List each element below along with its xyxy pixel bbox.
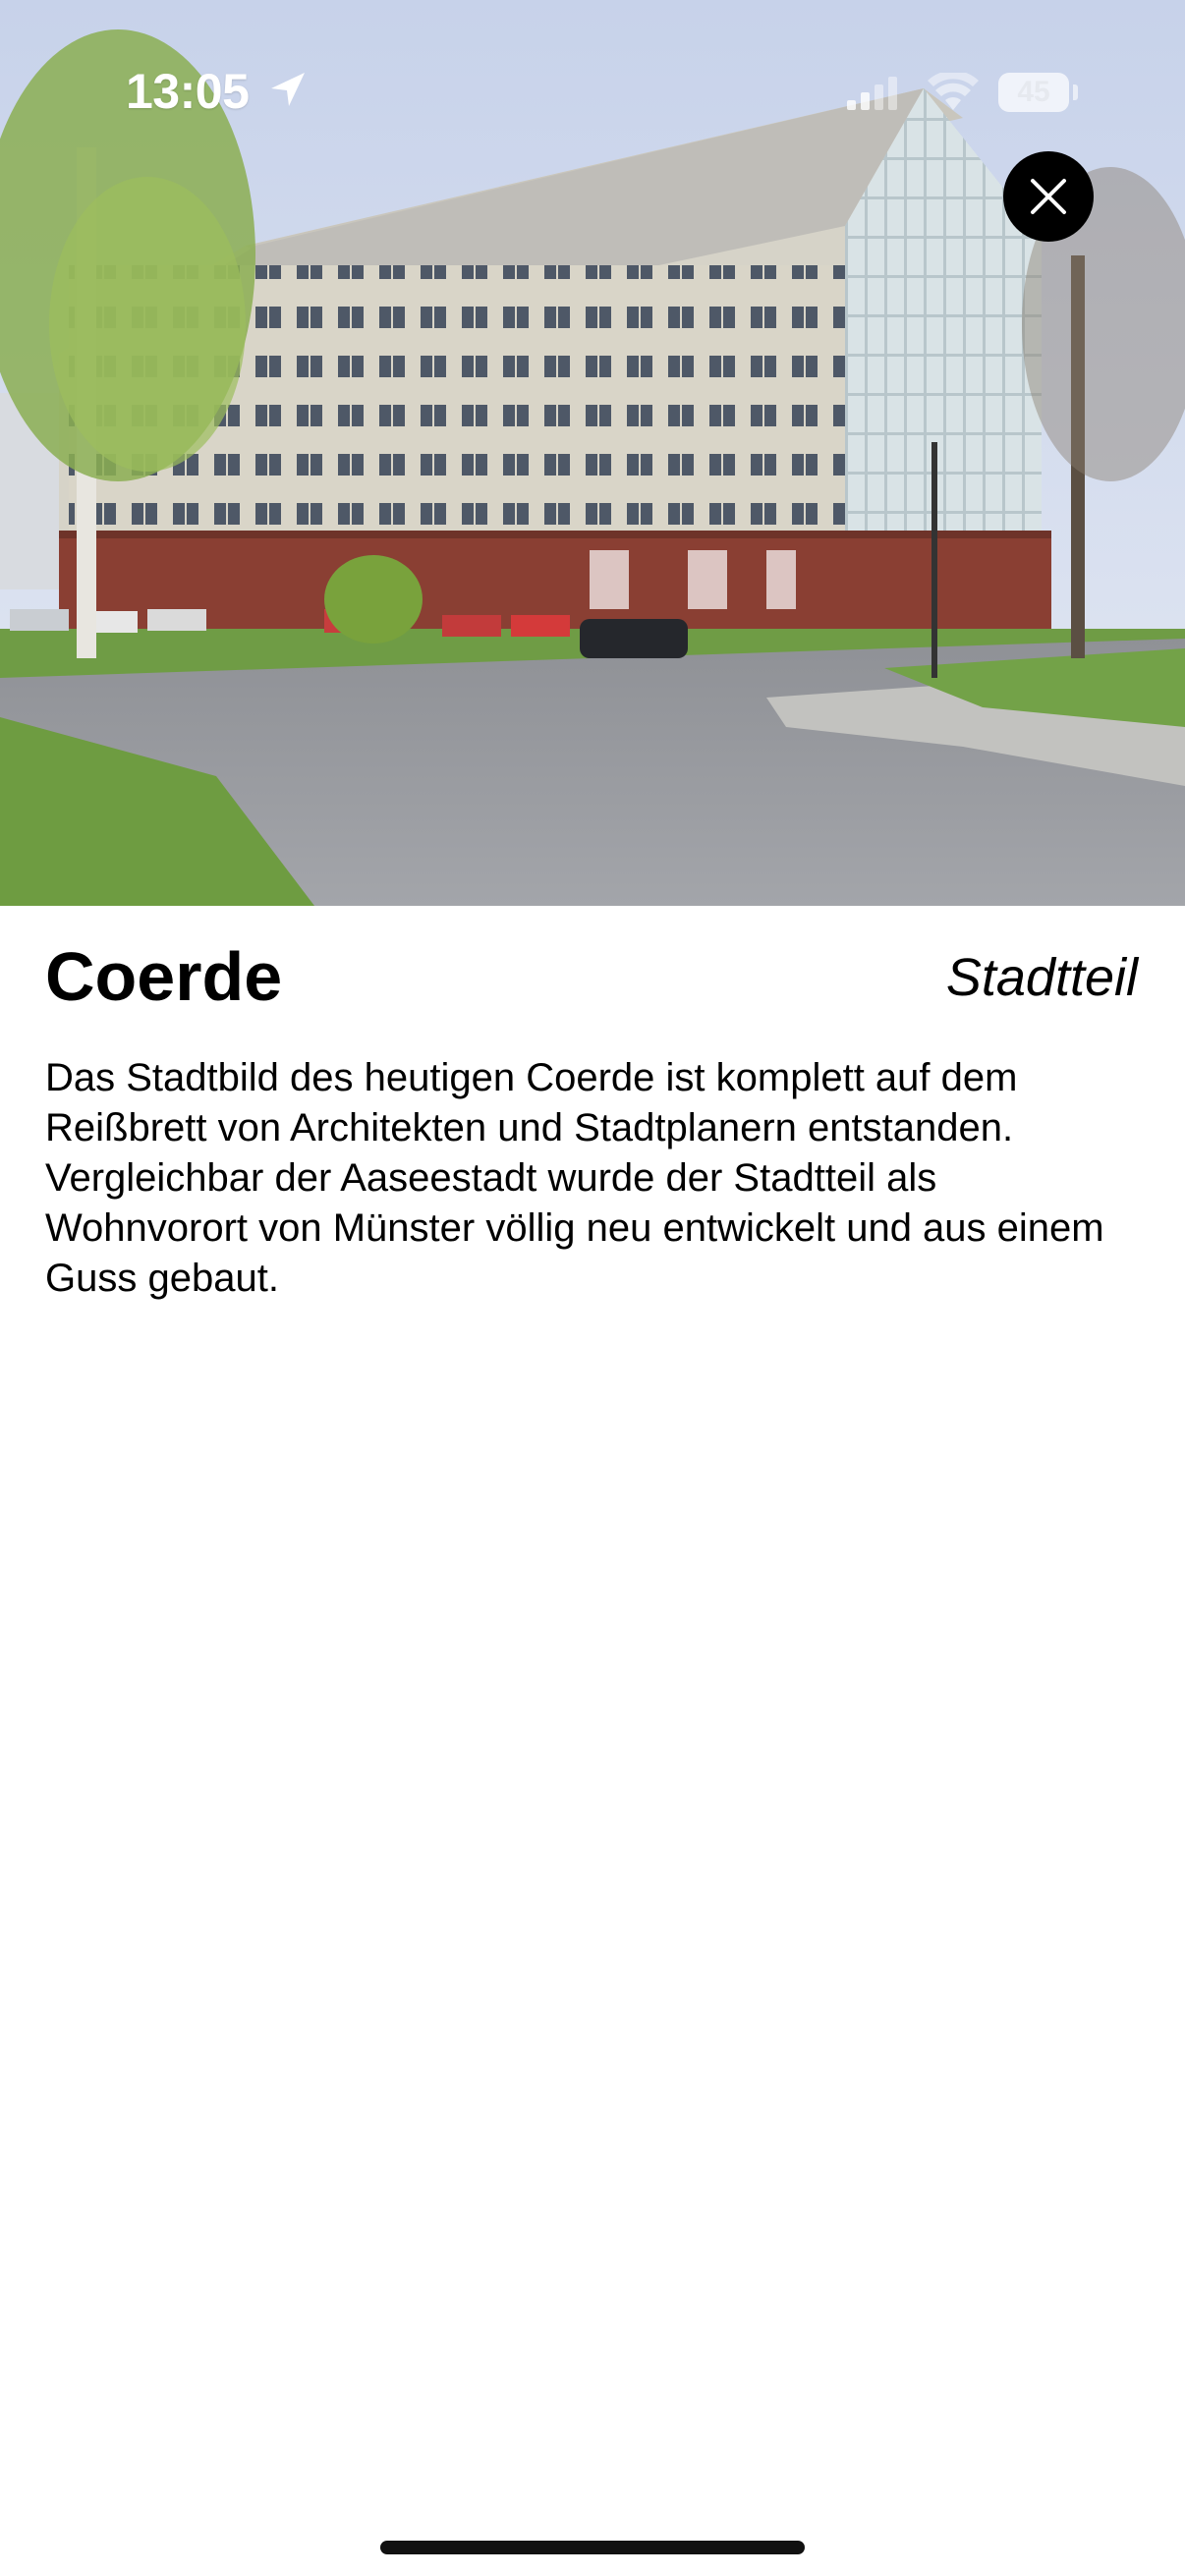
place-description: Das Stadtbild des heutigen Coerde ist ko…	[45, 1056, 1104, 1300]
location-arrow-icon	[267, 71, 307, 115]
battery-icon: 45	[998, 73, 1069, 112]
home-indicator[interactable]	[380, 2541, 805, 2554]
wifi-icon	[928, 70, 979, 117]
place-title: Coerde	[45, 938, 283, 1015]
cellular-signal-icon	[847, 77, 906, 115]
status-time: 13:05	[126, 64, 250, 119]
close-icon	[1031, 179, 1066, 214]
battery-tip	[1073, 84, 1078, 100]
status-bar: 13:05 45	[0, 0, 1185, 187]
close-button[interactable]	[1003, 151, 1094, 242]
place-category: Stadtteil	[945, 948, 1138, 1007]
battery-level: 45	[1017, 76, 1050, 108]
